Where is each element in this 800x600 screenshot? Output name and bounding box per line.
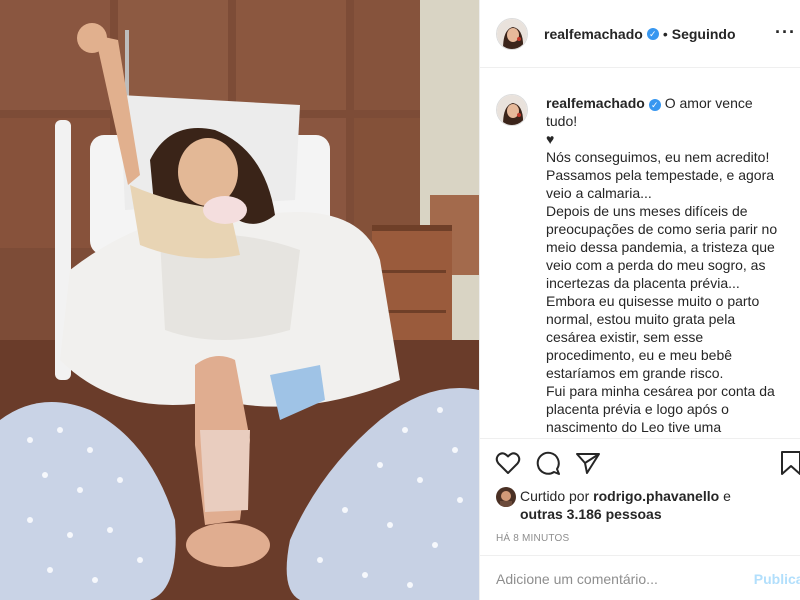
instagram-post: realfemachado ✓ • Seguindo ··· realfemac… [0,0,800,600]
liker-username-link[interactable]: rodrigo.phavanello [593,488,719,504]
caption-line: Nós conseguimos, eu nem acredito! [546,149,770,165]
verified-badge-icon: ✓ [648,99,661,111]
header-separator: • [662,25,668,42]
likes-prefix: Curtido por [520,488,590,504]
caption-line: Fui para minha cesárea por conta da plac… [546,383,775,438]
post-actions: Curtido por rodrigo.phavanello e outras … [480,438,800,600]
caption-line: ♥ [546,131,555,147]
comment-icon[interactable] [534,449,562,477]
caption-username-link[interactable]: realfemachado [546,95,645,111]
avatar-image [497,95,527,125]
add-comment-bar: Publicar [480,555,800,600]
caption-area: realfemachado ✓ O amor vence tudo! ♥ Nós … [480,68,800,438]
comment-input[interactable] [496,570,726,587]
caption-line: Depois de uns meses difíceis de preocupa… [546,203,778,381]
likes-conjunction: e [723,488,731,504]
publish-comment-button[interactable]: Publicar [754,571,800,587]
liker-avatar[interactable] [496,487,516,507]
likes-summary: Curtido por rodrigo.phavanello e outras … [480,487,800,523]
avatar-image [497,18,527,49]
caption-text: realfemachado ✓ O amor vence tudo! ♥ Nós … [546,94,784,438]
caption-avatar[interactable] [496,94,528,126]
post-side-panel: realfemachado ✓ • Seguindo ··· realfemac… [479,0,800,600]
author-username-link[interactable]: realfemachado [544,26,643,42]
share-icon[interactable] [574,449,602,477]
bookmark-icon[interactable] [779,450,800,476]
following-button[interactable]: Seguindo [672,26,736,42]
post-photo[interactable] [0,0,479,600]
likes-others-link[interactable]: outras 3.186 pessoas [520,506,662,522]
verified-badge-icon: ✓ [646,27,659,40]
author-avatar[interactable] [496,17,528,50]
more-horizontal-icon[interactable]: ··· [775,22,796,43]
post-timestamp[interactable]: HÁ 8 MINUTOS [480,533,800,544]
action-icons-row [480,439,800,487]
hospital-photo-illustration [0,0,479,600]
caption-line: Passamos pela tempestade, e agora veio a… [546,167,775,201]
heart-icon[interactable] [494,449,522,477]
post-header: realfemachado ✓ • Seguindo ··· [480,0,800,68]
